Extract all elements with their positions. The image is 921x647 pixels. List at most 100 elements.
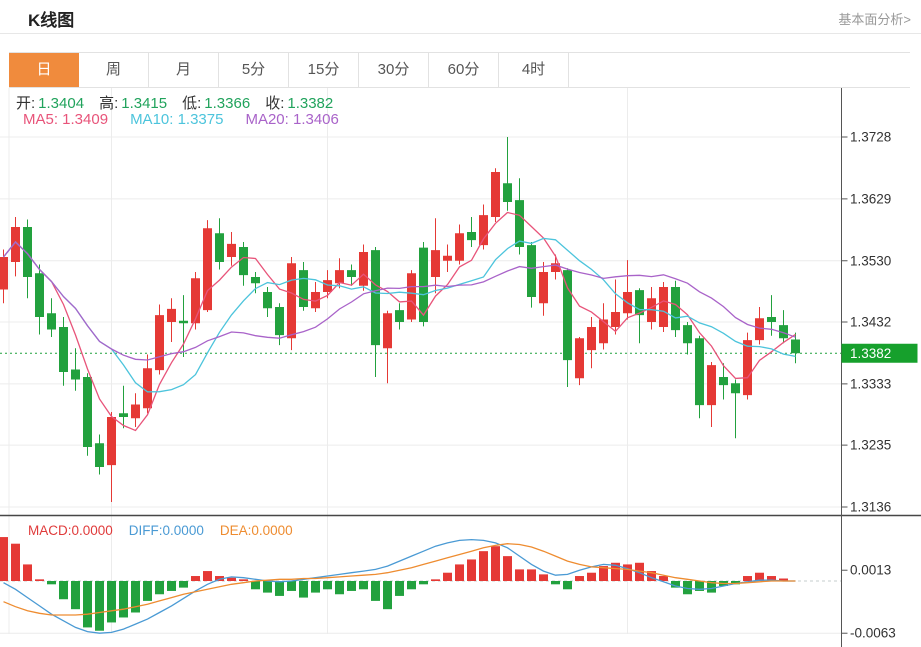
macd-bar [35,579,44,581]
macd-bar [383,581,392,609]
macd-bar [11,544,20,581]
macd-bar [503,556,512,581]
kline-page: { "header": { "title": "K线图", "analysis_… [0,0,921,647]
macd-bar [143,581,152,601]
dea-value: DEA:0.0000 [220,523,293,538]
macd-bar [95,581,104,631]
macd-bar [347,581,356,591]
ohlc-readout: 开:1.3404高:1.3415低:1.3366收:1.3382 [16,92,348,113]
macd-bar [287,581,296,591]
close-value: 1.3382 [287,95,333,112]
diff-value: DIFF:0.0000 [129,523,204,538]
macd-bar [395,581,404,596]
macd-bar [311,581,320,593]
candle-body [599,320,608,344]
candle-body [59,327,68,372]
candle-body [467,232,476,240]
price-axis-label: 1.3333 [850,376,891,391]
macd-bar [191,576,200,581]
candle-body [71,370,80,380]
current-price-tag-label: 1.3382 [850,346,891,361]
price-axis-label: 1.3235 [850,438,891,453]
price-axis-label: 1.3728 [850,130,891,145]
candle-body [179,321,188,324]
macd-bar [323,581,332,589]
candle-body [23,227,32,277]
macd-axis-label: -0.0063 [850,626,896,641]
open-value: 1.3404 [38,95,84,112]
ma10-value: MA10: 1.3375 [130,111,223,128]
macd-bar [251,581,260,589]
ma20-value: MA20: 1.3406 [245,111,338,128]
macd-bar [515,569,524,581]
macd-bar [263,581,272,593]
candle-body [407,273,416,319]
macd-bar [479,551,488,581]
macd-bar [431,579,440,581]
macd-bar [335,581,344,594]
macd-bar [275,581,284,596]
candle-body [527,245,536,297]
candle-body [143,368,152,408]
macd-bar [359,581,368,589]
candle-body [227,244,236,257]
candle-body [443,256,452,261]
macd-bar [119,581,128,617]
candle-body [479,215,488,245]
candle-body [743,340,752,395]
candle-body [503,183,512,202]
macd-bar [743,576,752,581]
candle-body [755,318,764,340]
macd-bar [299,581,308,598]
candle-body [299,270,308,307]
candle-body [83,377,92,447]
candle-body [371,250,380,345]
candle-body [791,340,800,354]
close-label: 收: [265,95,284,112]
price-axis-label: 1.3629 [850,191,891,206]
candle-body [347,270,356,277]
candle-body [563,270,572,360]
macd-value: MACD:0.0000 [28,523,113,538]
macd-bar [23,564,32,581]
macd-bar [419,581,428,584]
candle-body [275,307,284,335]
macd-bar [155,581,164,594]
candle-body [539,272,548,303]
candle-body [671,287,680,330]
candle-body [491,172,500,217]
candle-body [731,383,740,393]
candle-body [107,417,116,465]
macd-bar [83,581,92,627]
macd-bar [587,573,596,581]
macd-bar [167,581,176,591]
macd-readout: MACD:0.0000 DIFF:0.0000 DEA:0.0000 [28,523,293,538]
macd-bar [623,564,632,581]
high-label: 高: [99,95,118,112]
candle-body [287,263,296,338]
candle-body [263,292,272,308]
ma5-value: MA5: 1.3409 [23,111,108,128]
candle-body [359,252,368,286]
macd-bar [491,546,500,581]
candle-body [239,247,248,275]
macd-axis-label: 0.0013 [850,563,891,578]
candle-body [35,273,44,317]
macd-bar [563,581,572,589]
low-value: 1.3366 [204,95,250,112]
candle-body [155,315,164,370]
macd-bar [59,581,68,599]
ma-readout: MA5: 1.3409 MA10: 1.3375 MA20: 1.3406 [23,111,339,128]
candle-body [767,317,776,322]
candle-body [95,443,104,467]
macd-bar [371,581,380,601]
macd-bar [539,574,548,581]
macd-bar [107,581,116,622]
low-label: 低: [182,95,201,112]
price-axis-label: 1.3432 [850,315,891,330]
price-axis-label: 1.3136 [850,500,891,515]
macd-bar [407,581,416,589]
candle-body [47,313,56,329]
candle-body [455,233,464,261]
macd-bar [203,571,212,581]
